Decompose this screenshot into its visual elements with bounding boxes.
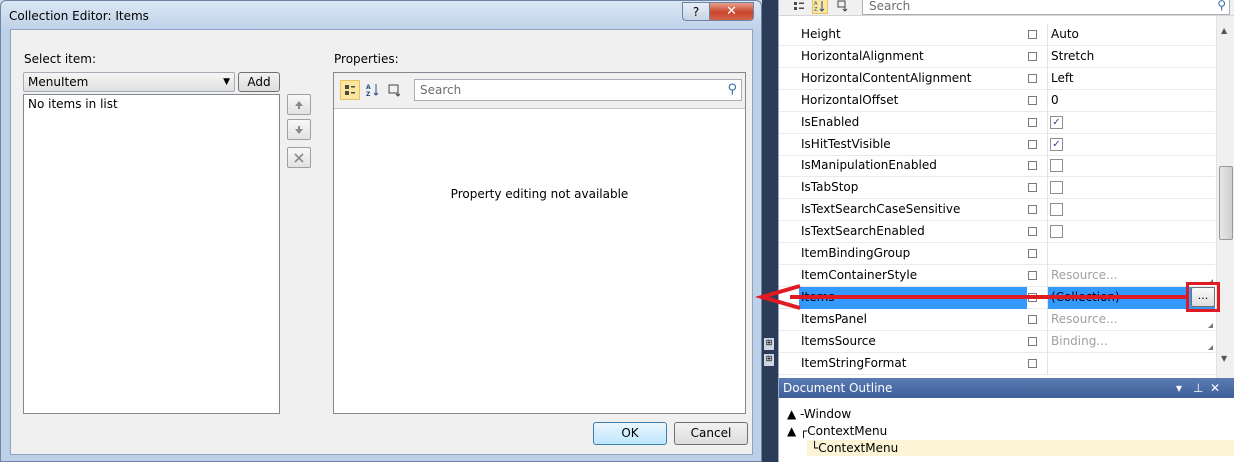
annotation-arrow — [754, 284, 1186, 310]
